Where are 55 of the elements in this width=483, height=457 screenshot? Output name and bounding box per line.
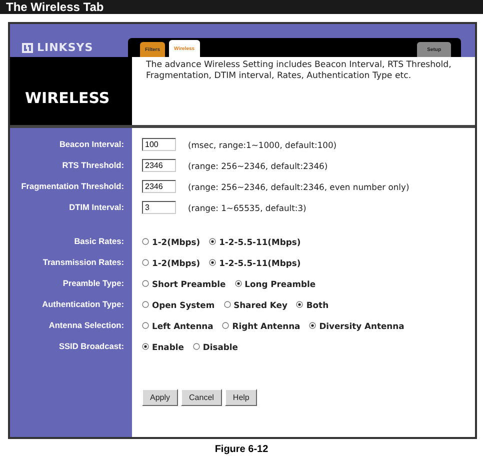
radio-button[interactable] xyxy=(209,238,216,245)
option-label: Short Preamble xyxy=(152,278,226,288)
input-field[interactable]: 2346 xyxy=(142,159,176,172)
radio-button[interactable] xyxy=(209,259,216,266)
section-title: WIRELESS xyxy=(25,89,110,107)
field-label: DTIM Interval: xyxy=(68,203,125,212)
radio-button[interactable] xyxy=(142,280,149,287)
radio-button[interactable] xyxy=(296,301,304,308)
form-button[interactable]: Cancel xyxy=(181,389,222,406)
field-label: RTS Threshold: xyxy=(61,161,125,170)
radio-button[interactable] xyxy=(224,301,231,308)
field-label: Basic Rates: xyxy=(73,237,125,246)
field-hint: (range: 256~2346, default:2346, even number only) xyxy=(188,182,410,192)
radio-button[interactable] xyxy=(142,322,149,329)
option-label: 1-2(Mbps) xyxy=(152,236,200,246)
option-label: Left Antenna xyxy=(152,320,214,330)
field-hint: (range: 1~65535, default:3) xyxy=(188,202,306,212)
option-label: Both xyxy=(306,300,329,310)
field-label: Transmission Rates: xyxy=(42,258,125,267)
radio-button[interactable] xyxy=(309,322,316,329)
option-label: 1-2(Mbps) xyxy=(152,258,200,268)
option-label: 1-2-5.5-11(Mbps) xyxy=(219,258,301,268)
field-hint: (range: 256~2346, default:2346) xyxy=(188,160,328,170)
radio-button[interactable] xyxy=(192,343,200,350)
radio-button[interactable] xyxy=(142,259,149,266)
input-field[interactable]: 2346 xyxy=(142,180,176,193)
field-label: Antenna Selection: xyxy=(48,321,125,330)
field-label: Beacon Interval: xyxy=(58,140,125,149)
option-label: 1-2-5.5-11(Mbps) xyxy=(219,236,301,246)
field-label: Authentication Type: xyxy=(41,300,125,309)
input-field[interactable]: 100 xyxy=(142,138,176,151)
radio-button[interactable] xyxy=(234,280,242,287)
option-label: Right Antenna xyxy=(232,320,300,330)
option-label: Open System xyxy=(152,300,215,310)
description: The advance Wireless Setting includes Beacon Interval, RTS Threshold, Fragmentation, DTIM interval, Rates, Authentication Type etc. xyxy=(145,59,452,83)
option-label: Disable xyxy=(202,342,238,352)
form-button[interactable]: Help xyxy=(224,389,258,406)
logo-text: LINKSYS xyxy=(37,41,94,54)
field-label: SSID Broadcast: xyxy=(58,342,125,351)
figure-caption: Figure 6-12 xyxy=(214,444,270,456)
option-label: Shared Key xyxy=(234,300,288,310)
page-heading: The Wireless Tab xyxy=(6,0,104,14)
radio-button[interactable] xyxy=(142,238,149,245)
option-label: Long Preamble xyxy=(244,278,316,288)
radio-button[interactable] xyxy=(142,301,149,308)
option-label: Diversity Antenna xyxy=(319,320,404,330)
option-label: Enable xyxy=(152,342,184,352)
form-button[interactable]: Apply xyxy=(142,389,178,406)
input-field[interactable]: 3 xyxy=(142,201,176,214)
radio-button[interactable] xyxy=(142,343,149,350)
field-label: Preamble Type: xyxy=(62,279,125,288)
field-label: Fragmentation Threshold: xyxy=(20,182,125,191)
logo-icon xyxy=(22,42,33,52)
field-hint: (msec, range:1~1000, default:100) xyxy=(188,140,337,150)
radio-button[interactable] xyxy=(222,322,230,329)
